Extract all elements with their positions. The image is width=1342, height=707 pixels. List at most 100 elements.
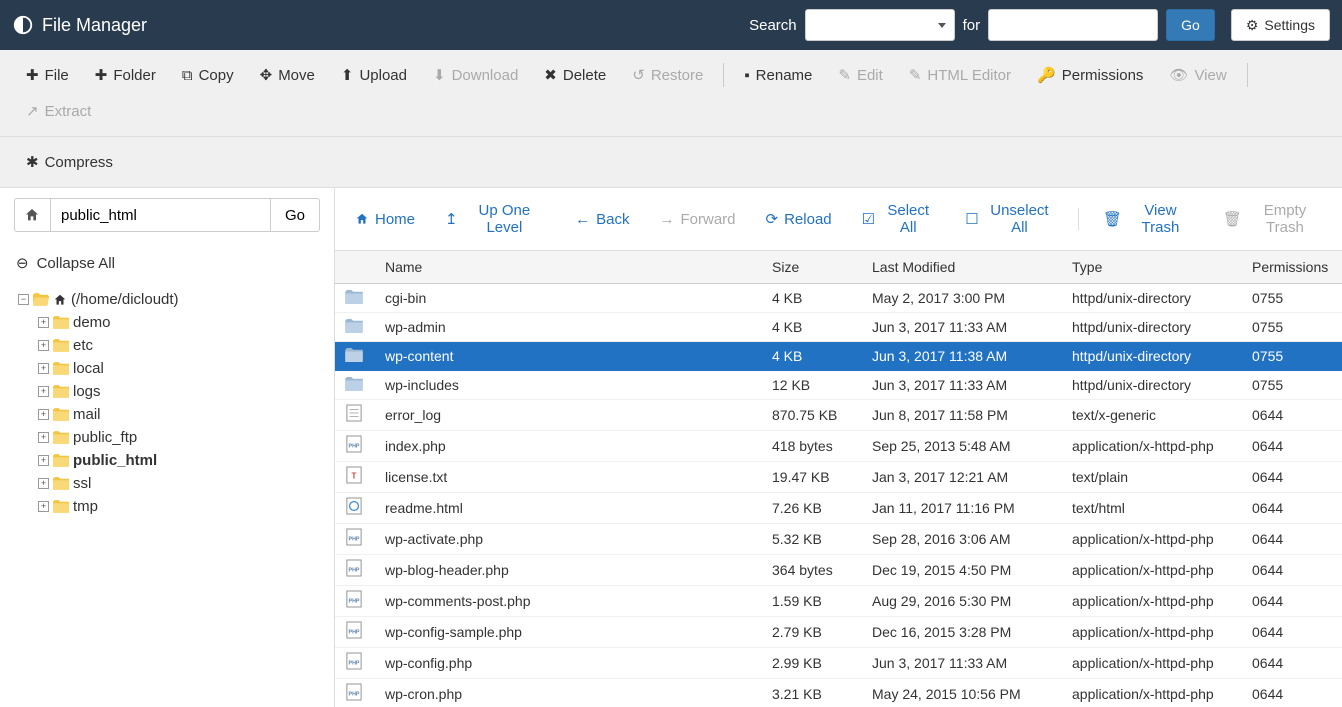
cell-name: license.txt — [375, 462, 762, 493]
expander-icon[interactable]: + — [38, 478, 49, 489]
copy-button[interactable]: ⧉Copy — [170, 59, 246, 92]
folder-button[interactable]: ✚Folder — [83, 58, 168, 92]
html-editor-button[interactable]: ✎HTML Editor — [897, 58, 1023, 92]
expander-icon[interactable]: + — [38, 340, 49, 351]
nav-up-button[interactable]: ↥Up One Level — [439, 198, 551, 240]
cell-icon: PHP — [335, 679, 375, 707]
table-row[interactable]: wp-content4 KBJun 3, 2017 11:38 AMhttpd/… — [335, 342, 1342, 371]
edit-button[interactable]: ✎Edit — [826, 58, 894, 92]
tree-item[interactable]: +demo — [38, 311, 334, 334]
folder-open-icon — [33, 293, 49, 306]
cell-name: error_log — [375, 400, 762, 431]
expander-icon[interactable]: − — [18, 294, 29, 305]
nav-back-button[interactable]: ←Back — [569, 207, 635, 232]
expander-icon[interactable]: + — [38, 363, 49, 374]
tree-item[interactable]: + local — [38, 357, 334, 380]
cell-size: 418 bytes — [762, 431, 862, 462]
move-button[interactable]: ✥Move — [248, 58, 327, 92]
col-modified[interactable]: Last Modified — [862, 251, 1062, 284]
table-row[interactable]: PHPwp-activate.php5.32 KBSep 28, 2016 3:… — [335, 524, 1342, 555]
tree-item[interactable]: +mail — [38, 403, 334, 426]
table-row[interactable]: PHPwp-blog-header.php364 bytesDec 19, 20… — [335, 555, 1342, 586]
toolbar-separator — [723, 63, 724, 87]
col-permissions[interactable]: Permissions — [1242, 251, 1342, 284]
col-name[interactable]: Name — [375, 251, 762, 284]
nav-forward-button[interactable]: →Forward — [654, 207, 742, 232]
col-icon[interactable] — [335, 251, 375, 284]
table-row[interactable]: PHPwp-comments-post.php1.59 KBAug 29, 20… — [335, 586, 1342, 617]
tree-root[interactable]: − (/home/dicloudt) — [18, 288, 334, 311]
compress-button[interactable]: ✱Compress — [14, 145, 125, 179]
nav-unselect-all-button[interactable]: ☐Unselect All — [959, 198, 1060, 240]
tree-item[interactable]: +tmp — [38, 495, 334, 518]
forward-icon: → — [660, 211, 675, 228]
table-row[interactable]: error_log870.75 KBJun 8, 2017 11:58 PMte… — [335, 400, 1342, 431]
extract-button[interactable]: ↗Extract — [14, 94, 103, 128]
cell-modified: May 2, 2017 3:00 PM — [862, 284, 1062, 313]
expander-icon[interactable]: + — [38, 386, 49, 397]
upload-icon: ⬆ — [341, 66, 354, 84]
cell-type: text/plain — [1062, 462, 1242, 493]
upload-button[interactable]: ⬆Upload — [329, 58, 419, 92]
cell-type: application/x-httpd-php — [1062, 679, 1242, 707]
tree-item[interactable]: +logs — [38, 380, 334, 403]
nav-view-trash-button[interactable]: 🗑View Trash — [1097, 198, 1199, 240]
table-row[interactable]: wp-admin4 KBJun 3, 2017 11:33 AMhttpd/un… — [335, 313, 1342, 342]
restore-button[interactable]: ↺Restore — [620, 58, 715, 92]
table-row[interactable]: PHPindex.php418 bytesSep 25, 2013 5:48 A… — [335, 431, 1342, 462]
col-type[interactable]: Type — [1062, 251, 1242, 284]
tree-item[interactable]: +public_html — [38, 449, 334, 472]
cell-modified: Jun 3, 2017 11:33 AM — [862, 313, 1062, 342]
search-input[interactable] — [988, 9, 1158, 41]
collapse-all-button[interactable]: ⊖ Collapse All — [0, 242, 334, 284]
home-icon — [355, 212, 369, 226]
file-button[interactable]: ✚File — [14, 58, 81, 92]
settings-button[interactable]: ⚙ Settings — [1231, 9, 1330, 41]
cell-modified: Jun 3, 2017 11:38 AM — [862, 342, 1062, 371]
table-row[interactable]: Tlicense.txt19.47 KBJan 3, 2017 12:21 AM… — [335, 462, 1342, 493]
col-size[interactable]: Size — [762, 251, 862, 284]
cell-type: application/x-httpd-php — [1062, 524, 1242, 555]
cell-size: 7.26 KB — [762, 493, 862, 524]
table-row[interactable]: PHPwp-config-sample.php2.79 KBDec 16, 20… — [335, 617, 1342, 648]
rename-button[interactable]: ▪Rename — [732, 59, 824, 92]
main-toolbar-row2: ✱Compress — [0, 137, 1342, 188]
cell-modified: Jan 3, 2017 12:21 AM — [862, 462, 1062, 493]
table-row[interactable]: wp-includes12 KBJun 3, 2017 11:33 AMhttp… — [335, 371, 1342, 400]
tree-item[interactable]: + etc — [38, 334, 334, 357]
generic-icon — [345, 405, 363, 421]
delete-button[interactable]: ✖Delete — [532, 58, 618, 92]
back-icon: ← — [575, 211, 590, 228]
nav-reload-button[interactable]: ⟳Reload — [760, 206, 838, 232]
expander-icon[interactable]: + — [38, 409, 49, 420]
view-button[interactable]: 👁View — [1157, 58, 1238, 92]
eye-icon: 👁 — [1169, 66, 1188, 84]
expander-icon[interactable]: + — [38, 432, 49, 443]
home-button[interactable] — [14, 198, 51, 232]
tree-item-label: local — [73, 360, 104, 377]
search-scope-select[interactable]: All Your Files — [805, 9, 955, 41]
tree-item[interactable]: +public_ftp — [38, 426, 334, 449]
nav-select-all-button[interactable]: ☑Select All — [856, 198, 942, 240]
path-input[interactable] — [51, 198, 271, 232]
nav-home-button[interactable]: Home — [349, 207, 421, 232]
table-row[interactable]: PHPwp-cron.php3.21 KBMay 24, 2015 10:56 … — [335, 679, 1342, 707]
expander-icon[interactable]: + — [38, 501, 49, 512]
table-row[interactable]: readme.html7.26 KBJan 11, 2017 11:16 PMt… — [335, 493, 1342, 524]
edit-icon: ✎ — [838, 66, 851, 84]
table-row[interactable]: PHPwp-config.php2.99 KBJun 3, 2017 11:33… — [335, 648, 1342, 679]
cell-permissions: 0644 — [1242, 524, 1342, 555]
expander-icon[interactable]: + — [38, 317, 49, 328]
php-icon: PHP — [345, 653, 363, 669]
copy-icon: ⧉ — [182, 67, 193, 84]
table-row[interactable]: cgi-bin4 KBMay 2, 2017 3:00 PMhttpd/unix… — [335, 284, 1342, 313]
tree-item-label: etc — [73, 337, 93, 354]
search-go-button[interactable]: Go — [1166, 9, 1215, 41]
expander-icon[interactable]: + — [38, 455, 49, 466]
path-go-button[interactable]: Go — [271, 198, 320, 232]
nav-empty-trash-button[interactable]: 🗑Empty Trash — [1217, 198, 1328, 240]
tree-item[interactable]: +ssl — [38, 472, 334, 495]
permissions-button[interactable]: 🔑Permissions — [1025, 58, 1155, 92]
download-button[interactable]: ⬇Download — [421, 58, 530, 92]
folder-icon — [53, 339, 69, 352]
